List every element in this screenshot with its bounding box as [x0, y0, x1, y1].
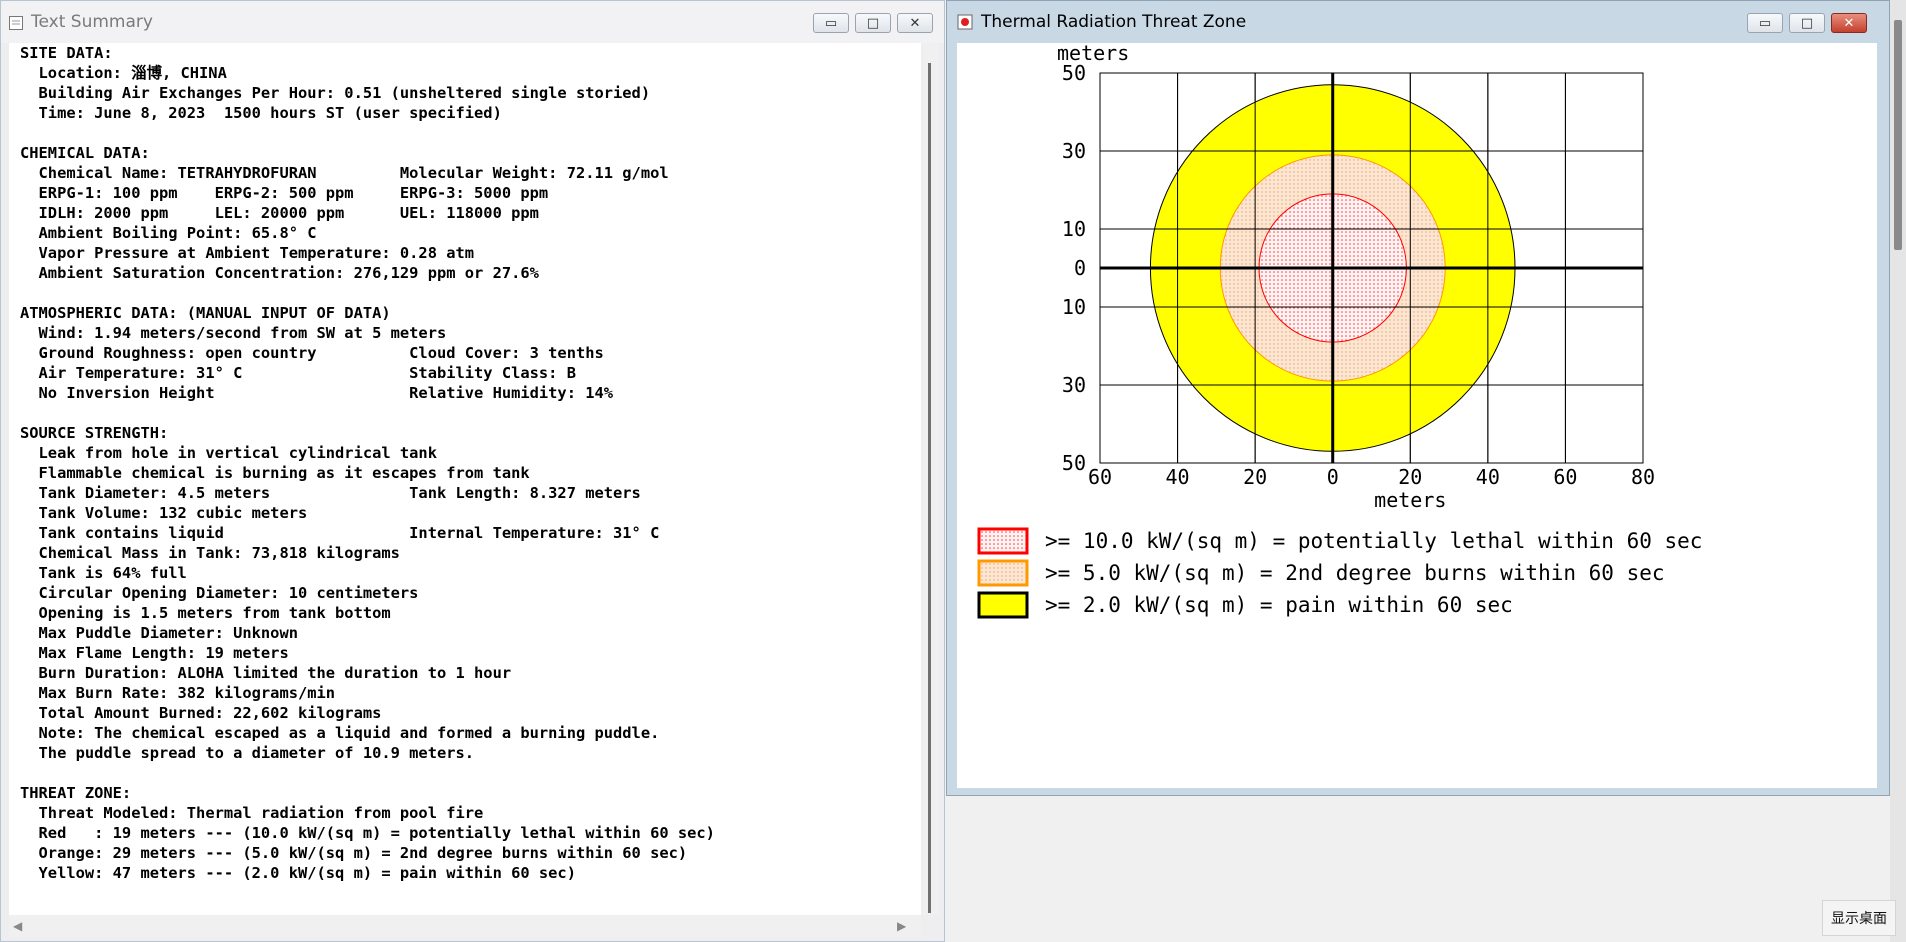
legend-label: >= 10.0 kW/(sq m) = potentially lethal w… — [1045, 529, 1702, 553]
summary-line: IDLH: 2000 ppm LEL: 20000 ppm UEL: 11800… — [20, 204, 539, 222]
y-tick-label: 10 — [1062, 217, 1086, 241]
summary-line: ERPG-1: 100 ppm ERPG-2: 500 ppm ERPG-3: … — [20, 184, 549, 202]
text-summary-titlebar[interactable]: Text Summary ▭ □ ✕ — [1, 1, 944, 43]
x-tick-label: 20 — [1243, 465, 1267, 489]
scroll-right-icon[interactable]: ▶ — [897, 919, 906, 933]
summary-line: Total Amount Burned: 22,602 kilograms — [20, 704, 382, 722]
maximize-icon: □ — [1800, 15, 1814, 31]
y-tick-label: 50 — [1062, 451, 1086, 475]
summary-line: Yellow: 47 meters --- (2.0 kW/(sq m) = p… — [20, 864, 576, 882]
maximize-button[interactable]: □ — [855, 13, 891, 33]
summary-line: No Inversion Height Relative Humidity: 1… — [20, 384, 614, 402]
legend-swatch — [977, 559, 1029, 587]
summary-line: The puddle spread to a diameter of 10.9 … — [20, 744, 475, 762]
vertical-scrollbar[interactable] — [923, 43, 939, 915]
minimize-button[interactable]: ▭ — [813, 13, 849, 33]
summary-line — [20, 403, 921, 423]
summary-line: Building Air Exchanges Per Hour: 0.51 (u… — [20, 84, 651, 102]
text-summary-content[interactable]: SITE DATA: Location: 淄博, CHINA Building … — [9, 43, 921, 915]
summary-line: Ambient Boiling Point: 65.8° C — [20, 224, 317, 242]
summary-line: Time: June 8, 2023 1500 hours ST (user s… — [20, 104, 502, 122]
x-tick-label: 60 — [1553, 465, 1577, 489]
window-title: Thermal Radiation Threat Zone — [981, 12, 1247, 32]
x-axis-label: meters — [1374, 488, 1446, 512]
x-tick-label: 20 — [1398, 465, 1422, 489]
threat-zone-window: Thermal Radiation Threat Zone ▭ □ ✕ 60 40 — [946, 0, 1890, 796]
threat-zone-chart: 60 40 20 0 20 40 60 805030100103050metersmeters… — [977, 41, 1702, 619]
minimize-icon: ▭ — [1758, 15, 1772, 31]
legend-swatch — [977, 527, 1029, 555]
y-axis-label: meters — [1057, 43, 1129, 65]
close-icon: ✕ — [909, 15, 921, 31]
y-tick-label: 0 — [1074, 256, 1086, 280]
y-tick-label: 10 — [1062, 295, 1086, 319]
horizontal-scrollbar[interactable]: ◀ ▶ — [9, 915, 921, 937]
summary-line: Vapor Pressure at Ambient Temperature: 0… — [20, 244, 475, 262]
legend-swatch — [977, 591, 1029, 619]
summary-line: Max Flame Length: 19 meters — [20, 644, 289, 662]
summary-line: Tank Volume: 132 cubic meters — [20, 504, 308, 522]
summary-line: Opening is 1.5 meters from tank bottom — [20, 604, 391, 622]
summary-line — [20, 123, 921, 143]
x-tick-label: 60 — [1088, 465, 1112, 489]
text-summary-window: Text Summary ▭ □ ✕ SITE DATA: Location: … — [0, 0, 945, 942]
summary-text: SITE DATA: Location: 淄博, CHINA Building … — [9, 43, 921, 883]
summary-line: Ground Roughness: open country Cloud Cov… — [20, 344, 604, 362]
desktop-scrollbar[interactable] — [1890, 0, 1906, 942]
summary-line: Wind: 1.94 meters/second from SW at 5 me… — [20, 324, 447, 342]
summary-line: THREAT ZONE: — [20, 784, 132, 802]
summary-line — [20, 763, 921, 783]
summary-line: Chemical Name: TETRAHYDROFURAN Molecular… — [20, 164, 669, 182]
scroll-thumb[interactable] — [1894, 20, 1902, 250]
summary-line: Location: 淄博, CHINA — [20, 64, 227, 82]
summary-line: Threat Modeled: Thermal radiation from p… — [20, 804, 484, 822]
x-tick-label: 0 — [1327, 465, 1339, 489]
summary-line: Max Puddle Diameter: Unknown — [20, 624, 298, 642]
summary-line: Tank is 64% full — [20, 564, 187, 582]
summary-line: ATMOSPHERIC DATA: (MANUAL INPUT OF DATA) — [20, 304, 391, 322]
x-tick-label: 40 — [1166, 465, 1190, 489]
summary-line: Chemical Mass in Tank: 73,818 kilograms — [20, 544, 400, 562]
chart-area: 60 40 20 0 20 40 60 80 50 30 10 0 10 30 50 meters meters… — [957, 41, 1877, 788]
minimize-icon: ▭ — [824, 15, 838, 31]
summary-line: Flammable chemical is burning as it esca… — [20, 464, 530, 482]
x-tick-label: 40 — [1476, 465, 1500, 489]
close-button[interactable]: ✕ — [1831, 13, 1867, 33]
summary-line: Tank Diameter: 4.5 meters Tank Length: 8… — [20, 484, 641, 502]
legend-label: >= 2.0 kW/(sq m) = pain within 60 sec — [1045, 593, 1513, 617]
close-icon: ✕ — [1843, 15, 1855, 31]
scroll-left-icon[interactable]: ◀ — [13, 919, 22, 933]
summary-line: Max Burn Rate: 382 kilograms/min — [20, 684, 336, 702]
summary-line: Tank contains liquid Internal Temperatur… — [20, 524, 660, 542]
scroll-thumb[interactable] — [928, 63, 931, 913]
summary-line: Air Temperature: 31° C Stability Class: … — [20, 364, 576, 382]
summary-line: Leak from hole in vertical cylindrical t… — [20, 444, 437, 462]
threat-zone-titlebar[interactable]: Thermal Radiation Threat Zone ▭ □ ✕ — [947, 1, 1889, 43]
minimize-button[interactable]: ▭ — [1747, 13, 1783, 33]
summary-line: Ambient Saturation Concentration: 276,12… — [20, 264, 539, 282]
legend-label: >= 5.0 kW/(sq m) = 2nd degree burns with… — [1045, 561, 1665, 585]
y-tick-label: 30 — [1062, 373, 1086, 397]
document-icon — [9, 15, 23, 30]
summary-line: SITE DATA: — [20, 44, 113, 62]
summary-line: SOURCE STRENGTH: — [20, 424, 169, 442]
window-title: Text Summary — [31, 12, 153, 32]
maximize-button[interactable]: □ — [1789, 13, 1825, 33]
summary-line — [20, 283, 921, 303]
x-tick-label: 80 — [1631, 465, 1655, 489]
summary-line: Burn Duration: ALOHA limited the duratio… — [20, 664, 512, 682]
summary-line: Orange: 29 meters --- (5.0 kW/(sq m) = 2… — [20, 844, 688, 862]
summary-line: Note: The chemical escaped as a liquid a… — [20, 724, 660, 742]
app-icon — [957, 14, 973, 30]
maximize-icon: □ — [866, 15, 880, 31]
close-button[interactable]: ✕ — [897, 13, 933, 33]
summary-line: Circular Opening Diameter: 10 centimeter… — [20, 584, 419, 602]
y-tick-label: 30 — [1062, 139, 1086, 163]
summary-line: CHEMICAL DATA: — [20, 144, 150, 162]
summary-line: Red : 19 meters --- (10.0 kW/(sq m) = po… — [20, 824, 715, 842]
show-desktop-button[interactable]: 显示桌面 — [1822, 900, 1896, 936]
